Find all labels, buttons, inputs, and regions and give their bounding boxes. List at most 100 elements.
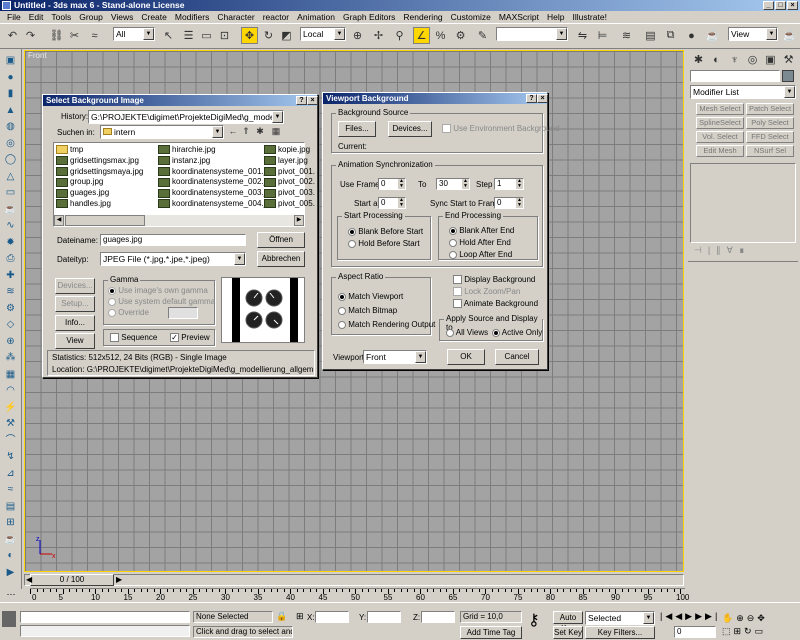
menu-graph-editors[interactable]: Graph Editors (339, 11, 399, 23)
track-view-icon[interactable]: ▤ (642, 27, 659, 44)
start-at-input[interactable]: 0 ▲ ▼ (378, 197, 406, 209)
devices-button[interactable]: Devices... (388, 121, 432, 137)
utilities-tab-icon[interactable]: ⚒ (780, 51, 797, 68)
select-and-scale-icon[interactable]: ◩ (278, 27, 295, 44)
ok-button[interactable]: OK (447, 349, 485, 365)
spline-select-button[interactable]: SplineSelect (696, 117, 744, 129)
file-list-item[interactable]: koordinatensysteme_003.jpg (158, 188, 274, 199)
create-box-icon[interactable]: ▣ (3, 53, 18, 68)
current-frame-input[interactable]: 0 (674, 626, 716, 638)
selection-filter-select[interactable]: All ▼ (113, 27, 155, 41)
hold-after-end-option[interactable]: Hold After End (449, 238, 511, 247)
patch-select-button[interactable]: Patch Select (746, 103, 794, 115)
file-list-item[interactable]: pivot_003. (264, 188, 315, 199)
up-folder-icon[interactable]: ⇑ (240, 124, 252, 138)
playback-controls-icons[interactable]: |◀◀▶▶▶| (660, 611, 720, 622)
mesh-select-button[interactable]: Mesh Select (696, 103, 744, 115)
spline-icon[interactable]: ∿ (3, 218, 18, 233)
plane-icon[interactable]: ▭ (3, 185, 18, 200)
viewport-label[interactable]: Front (28, 51, 47, 60)
rectangular-selection-icon[interactable]: ▭ (198, 27, 215, 44)
scroll-thumb[interactable] (65, 215, 145, 226)
patch-icon[interactable]: ▦ (3, 367, 18, 382)
select-by-name-icon[interactable]: ☰ (180, 27, 197, 44)
mirror-icon[interactable]: ⇋ (574, 27, 591, 44)
particle-icon[interactable]: ⁂ (3, 350, 18, 365)
material-icon[interactable]: ◐ (3, 548, 18, 563)
maxscript-listener-icon[interactable] (2, 611, 16, 627)
scroll-left-icon[interactable]: ◀ (54, 215, 64, 226)
tube-icon[interactable]: ◯ (3, 152, 18, 167)
quick-render-icon[interactable]: ☕ (781, 27, 798, 44)
layer-manager-icon[interactable]: ≋ (618, 27, 635, 44)
file-list-item[interactable]: guages.jpg (56, 188, 109, 199)
percent-snap-icon[interactable]: % (432, 27, 449, 44)
twist-icon[interactable]: ↯ (3, 449, 18, 464)
scroll-right-icon[interactable]: ▶ (294, 215, 304, 226)
object-color-swatch[interactable] (782, 70, 794, 82)
open-button[interactable]: Öffnen (257, 232, 305, 248)
view-menu-icon[interactable]: ▦ (268, 124, 284, 138)
preview-checkbox[interactable]: ✓ Preview (170, 333, 210, 343)
time-slider-track[interactable] (24, 574, 684, 586)
lock-zoom-pan-checkbox[interactable]: Lock Zoom/Pan (453, 287, 520, 297)
menu-tools[interactable]: Tools (47, 11, 75, 23)
select-object-icon[interactable]: ↖ (160, 27, 177, 44)
camera-icon[interactable]: ⎙ (3, 251, 18, 266)
gamma-override-input[interactable] (168, 307, 198, 319)
setup-button[interactable]: Setup... (55, 296, 95, 312)
z-coord-input[interactable] (421, 611, 455, 623)
menu-illustrate-[interactable]: Illustrate! (568, 11, 611, 23)
render-icon[interactable]: ☕ (3, 532, 18, 547)
file-list-item[interactable]: koordinatensysteme_002.jpg (158, 177, 274, 188)
snap-toggle-icon[interactable]: ⚲ (391, 27, 408, 44)
use-frame-to-input[interactable]: 30 ▲ ▼ (436, 178, 470, 190)
render-type-select[interactable]: View ▼ (728, 27, 778, 41)
named-selection-sets-select[interactable]: ▼ (496, 27, 568, 41)
modify-tab-icon[interactable]: ◐ (708, 51, 725, 68)
compound-icon[interactable]: ⊕ (3, 334, 18, 349)
cancel-button[interactable]: Cancel (495, 349, 539, 365)
file-list-item[interactable]: pivot_001. (264, 167, 315, 178)
menu-rendering[interactable]: Rendering (399, 11, 446, 23)
light-icon[interactable]: ✹ (3, 235, 18, 250)
hierarchy-tab-icon[interactable]: ♆ (726, 51, 743, 68)
modifier-icon[interactable]: ⚒ (3, 416, 18, 431)
hold-before-start-option[interactable]: Hold Before Start (348, 239, 420, 248)
viewport-nav-icons[interactable]: ⬚⊞↻▭ (722, 626, 766, 637)
uvw-icon[interactable]: ⊞ (3, 515, 18, 530)
bind-space-warp-icon[interactable]: ≈ (86, 27, 103, 44)
create-tab-icon[interactable]: ✱ (690, 51, 707, 68)
blank-before-start-option[interactable]: Blank Before Start (348, 227, 423, 236)
x-coord-input[interactable] (315, 611, 349, 623)
spacewarp-icon[interactable]: ≋ (3, 284, 18, 299)
menu-file[interactable]: File (3, 11, 25, 23)
vol-select-button[interactable]: Vol. Select (696, 131, 744, 143)
file-list-item[interactable]: handles.jpg (56, 199, 111, 210)
menu-maxscript[interactable]: MAXScript (495, 11, 543, 23)
back-icon[interactable]: ← (227, 124, 239, 138)
file-list-item[interactable]: layer.jpg (264, 156, 308, 167)
time-slider-next-icon[interactable]: ▶ (116, 575, 122, 584)
render-scene-icon[interactable]: ☕ (704, 27, 721, 44)
align-icon[interactable]: ⊨ (594, 27, 611, 44)
open-mini-curve-icon[interactable]: ⋯ (4, 589, 18, 601)
file-list-item[interactable]: gridsettingsmaya.jpg (56, 167, 143, 178)
menu-edit[interactable]: Edit (25, 11, 48, 23)
ffd-icon[interactable]: ▤ (3, 499, 18, 514)
file-list-item[interactable]: pivot_005. (264, 199, 315, 210)
key-filters-button[interactable]: Key Filters... (585, 626, 655, 639)
window-crossing-icon[interactable]: ⊡ (216, 27, 233, 44)
shape-icon[interactable]: ◇ (3, 317, 18, 332)
step-input[interactable]: 1 ▲ ▼ (494, 178, 524, 190)
info-button[interactable]: Info... (55, 315, 95, 331)
file-list-item[interactable]: koordinatensysteme_004.jpg (158, 199, 274, 210)
use-frame-from-input[interactable]: 0 ▲ ▼ (378, 178, 406, 190)
torus-icon[interactable]: ◎ (3, 136, 18, 151)
file-list-item[interactable]: gridsettingsmax.jpg (56, 156, 139, 167)
new-folder-icon[interactable]: ✱ (254, 124, 266, 138)
gamma-own-option[interactable]: Use image's own gamma (108, 286, 208, 295)
blank-after-end-option[interactable]: Blank After End (449, 226, 514, 235)
maximize-button[interactable]: □ (775, 1, 786, 10)
gamma-system-option[interactable]: Use system default gamma (108, 297, 215, 306)
